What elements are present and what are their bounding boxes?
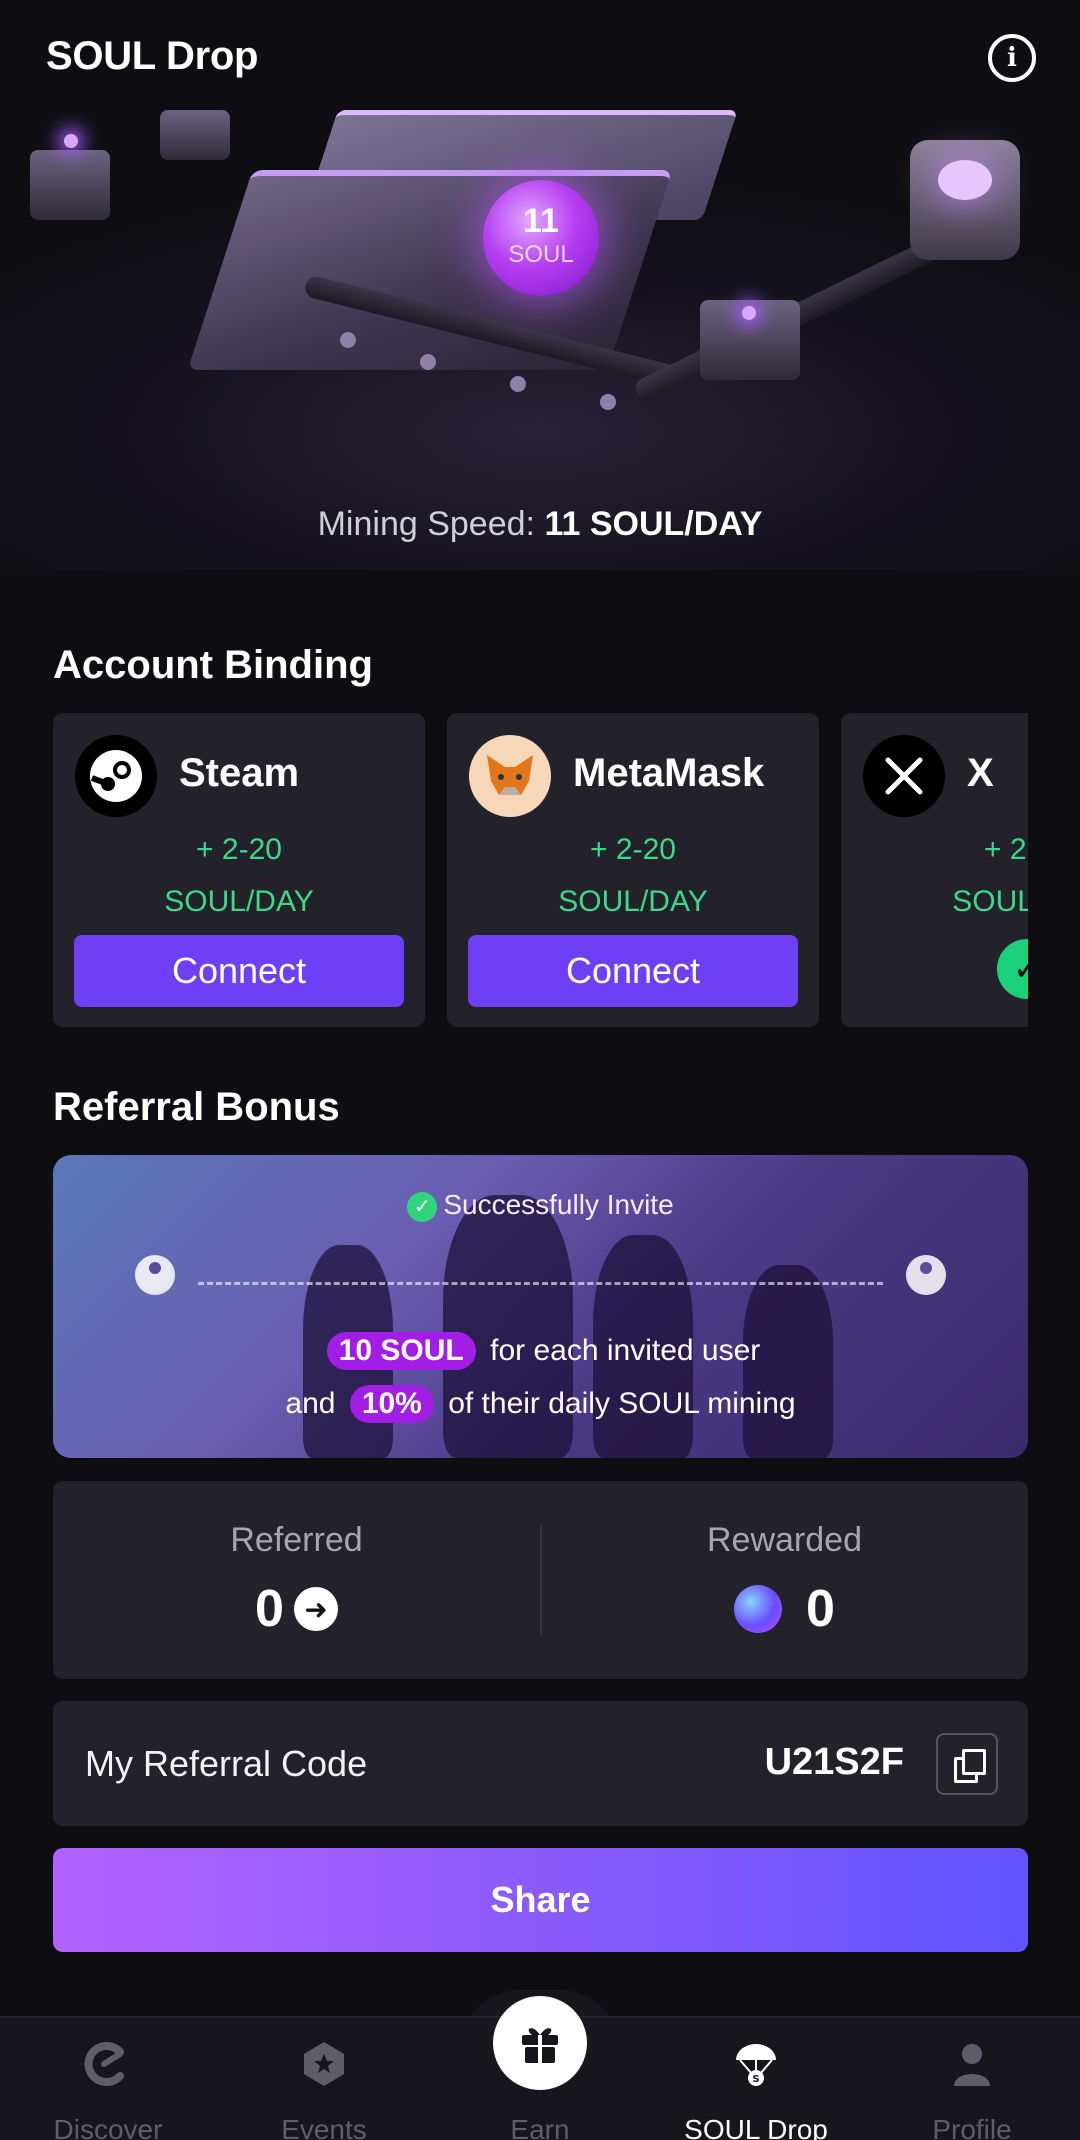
lamp-device: [910, 140, 1020, 260]
referred-value: 0: [255, 1580, 284, 1638]
soul-orb: 11 SOUL: [483, 180, 599, 296]
machine-platform: [187, 170, 673, 370]
rewarded-value: 0: [806, 1580, 835, 1638]
invite-dashed-line: [198, 1282, 883, 1285]
bead: [600, 394, 616, 410]
referral-stats: Referred 0 ➜ Rewarded 0: [53, 1481, 1028, 1679]
machine-block: [160, 110, 230, 160]
svg-text:S: S: [752, 2074, 759, 2085]
orb-unit: SOUL: [508, 241, 574, 268]
binding-card-x: X + 2-20 SOUL/DAY ✓: [841, 713, 1028, 1027]
earn-button[interactable]: [493, 1996, 587, 2090]
mining-speed: Mining Speed: 11 SOUL/DAY: [0, 505, 1080, 544]
referral-percent-line: and 10% of their daily SOUL mining: [53, 1385, 1028, 1423]
reward-unit: SOUL/DAY: [164, 885, 314, 918]
events-icon: [304, 2042, 344, 2086]
rewarded-label: Rewarded: [707, 1521, 862, 1559]
binding-card-metamask: MetaMask + 2-20 SOUL/DAY Connect: [447, 713, 819, 1027]
tab-label: Discover: [53, 2114, 163, 2140]
account-binding-carousel[interactable]: Steam + 2-20 SOUL/DAY Connect MetaMask +…: [53, 713, 1028, 1027]
tab-events[interactable]: Events: [216, 2018, 432, 2140]
reward-text: for each invited user: [490, 1334, 761, 1367]
light-dot: [742, 306, 756, 320]
x-icon: [863, 735, 945, 817]
tab-soul-drop[interactable]: S SOUL Drop: [648, 2018, 864, 2140]
referred-label: Referred: [230, 1521, 363, 1559]
mining-speed-value: 11 SOUL/DAY: [544, 505, 763, 543]
referred-stat[interactable]: Referred 0 ➜: [53, 1481, 540, 1679]
connect-steam-button[interactable]: Connect: [74, 935, 404, 1007]
reward-unit: SOUL/DAY: [558, 885, 708, 918]
soul-coin-icon: [734, 1585, 783, 1633]
reward-prefix: and: [285, 1387, 336, 1420]
referral-code-label: My Referral Code: [85, 1743, 368, 1784]
user-icon: [135, 1255, 175, 1295]
bead: [340, 332, 356, 348]
tab-label: SOUL Drop: [684, 2114, 828, 2140]
binding-name: MetaMask: [573, 751, 765, 795]
check-icon: ✓: [407, 1191, 438, 1222]
connected-check-icon: ✓: [997, 939, 1028, 999]
parachute-icon: S: [736, 2044, 776, 2086]
referral-code-value: U21S2F: [764, 1741, 904, 1783]
referral-reward-line: 10 SOUL for each invited user: [53, 1332, 1028, 1370]
steam-icon: [75, 735, 157, 817]
invite-status: ✓ Successfully Invite: [53, 1189, 1028, 1222]
percent-pill: 10%: [349, 1385, 434, 1423]
profile-icon: [954, 2044, 990, 2086]
info-icon[interactable]: i: [988, 34, 1036, 82]
account-binding-title: Account Binding: [53, 643, 373, 687]
binding-name: Steam: [179, 751, 300, 795]
orb-value: 11: [523, 202, 559, 240]
reward-pill: 10 SOUL: [326, 1332, 476, 1370]
binding-card-steam: Steam + 2-20 SOUL/DAY Connect: [53, 713, 425, 1027]
machine-block: [30, 150, 110, 220]
reward-text: of their daily SOUL mining: [448, 1387, 796, 1420]
bead: [510, 376, 526, 392]
binding-name: X: [967, 751, 994, 795]
light-dot: [64, 134, 78, 148]
reward-range: + 2-20: [984, 833, 1028, 866]
tab-label: Profile: [932, 2114, 1012, 2140]
metamask-icon: [469, 735, 551, 817]
copy-icon[interactable]: [936, 1733, 998, 1795]
share-button[interactable]: Share: [53, 1848, 1028, 1952]
connect-metamask-button[interactable]: Connect: [468, 935, 798, 1007]
referred-value-row: 0 ➜: [53, 1579, 540, 1639]
reward-range: + 2-20: [196, 833, 282, 866]
tab-label: Earn: [510, 2114, 570, 2140]
bead: [420, 354, 436, 370]
rewarded-stat: Rewarded 0: [541, 1481, 1028, 1679]
gift-icon: [522, 2028, 558, 2063]
reward-unit: SOUL/DAY: [952, 885, 1028, 918]
user-icon: [906, 1255, 946, 1295]
tab-profile[interactable]: Profile: [864, 2018, 1080, 2140]
page-title: SOUL Drop: [46, 34, 259, 78]
referral-bonus-title: Referral Bonus: [53, 1085, 340, 1129]
top-bar: SOUL Drop i: [0, 0, 1080, 110]
reward-range: + 2-20: [590, 833, 676, 866]
discover-icon: [84, 2042, 124, 2086]
referral-banner: ✓ Successfully Invite 10 SOUL for each in…: [53, 1155, 1028, 1458]
mining-hero-illustration: [0, 110, 1080, 570]
tab-label: Events: [281, 2114, 367, 2140]
tab-discover[interactable]: Discover: [0, 2018, 216, 2140]
mining-speed-label: Mining Speed:: [317, 505, 535, 543]
invite-text: Successfully Invite: [443, 1189, 674, 1220]
referral-code-row: My Referral Code U21S2F: [53, 1701, 1028, 1826]
arrow-right-icon[interactable]: ➜: [293, 1587, 338, 1631]
rewarded-value-row: 0: [541, 1579, 1028, 1639]
